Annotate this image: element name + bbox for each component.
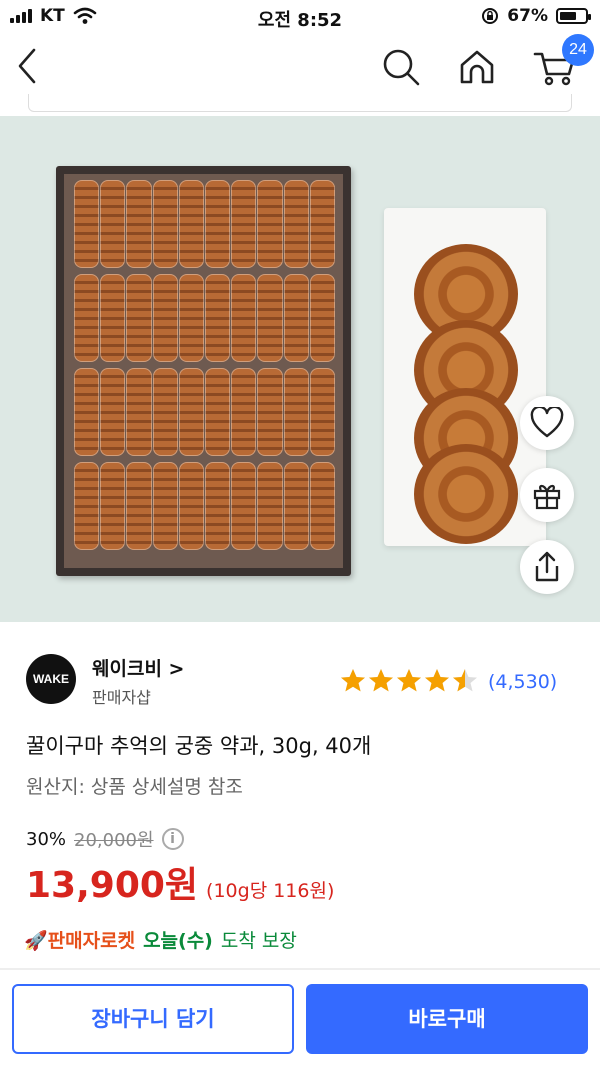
unit-price: (10g당 116원) (206, 880, 335, 902)
battery-icon (556, 8, 591, 24)
wishlist-button[interactable] (520, 396, 574, 450)
price-row: 13,900원 (10g당 116원) (26, 856, 334, 908)
gift-button[interactable] (520, 468, 574, 522)
discount-percent: 30% (26, 828, 67, 850)
star-icon (397, 669, 421, 692)
review-count-link[interactable]: (4,530) (488, 671, 557, 693)
delivery-info: 🚀판매자로켓 오늘(수) 도착 보장 (24, 926, 297, 953)
star-icon (341, 669, 365, 692)
product-title: 꿀이구마 추억의 궁중 약과, 30g, 40개 (26, 734, 372, 758)
seller-logo[interactable]: WAKE (26, 654, 76, 704)
share-icon (535, 551, 559, 582)
info-icon[interactable]: i (161, 828, 184, 850)
status-right: 67% (481, 6, 591, 26)
back-chevron-icon[interactable] (12, 46, 42, 86)
search-icon[interactable] (380, 46, 422, 88)
battery-percent: 67% (507, 6, 548, 26)
star-icon (453, 669, 477, 692)
heart-icon (530, 407, 564, 438)
cart-count-badge[interactable]: 24 (562, 34, 594, 66)
rotation-lock-icon (482, 8, 499, 24)
product-image[interactable] (0, 116, 600, 622)
star-icon (425, 669, 449, 692)
status-bar: KT 오전 8:52 67% (0, 0, 600, 34)
yakgwa-gift-box (56, 166, 351, 576)
seller-type: 판매자샵 (92, 688, 151, 707)
sale-price: 13,900원 (26, 865, 199, 906)
discount-row: 30% 20,000원 i (26, 826, 184, 852)
delivery-day: 오늘(수) (143, 930, 213, 952)
star-icon (369, 669, 393, 692)
seller-rocket-badge: 🚀판매자로켓 (24, 930, 136, 952)
gift-icon (533, 484, 561, 510)
add-to-cart-button[interactable]: 장바구니 담기 (12, 984, 294, 1054)
origin-info: 원산지: 상품 상세설명 참조 (26, 776, 243, 798)
buy-now-button[interactable]: 바로구매 (306, 984, 588, 1054)
divider (0, 968, 600, 970)
top-navigation (0, 34, 600, 100)
share-button[interactable] (520, 540, 574, 594)
seller-name-link[interactable]: 웨이크비 > (92, 654, 184, 681)
rating-stars[interactable] (340, 668, 478, 693)
home-icon[interactable] (456, 46, 498, 88)
collapsed-banner-edge (28, 94, 572, 112)
delivery-guarantee: 도착 보장 (220, 930, 297, 952)
original-price: 20,000원 (74, 830, 154, 851)
